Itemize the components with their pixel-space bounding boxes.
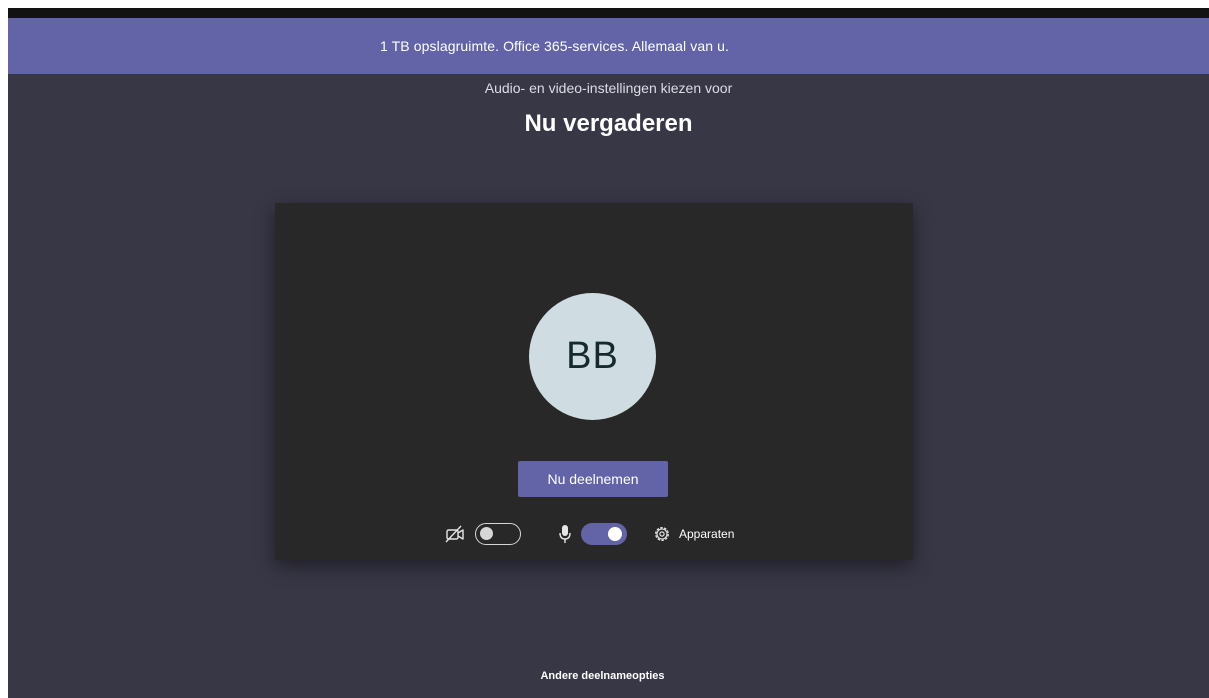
meeting-prejoin-screen: 1 TB opslagruimte. Office 365-services. … [8,8,1209,698]
microphone-toggle[interactable] [581,523,627,545]
camera-toggle-knob [480,527,493,540]
video-preview-card: BB Nu deelnemen Apparaten [275,203,913,560]
camera-toggle[interactable] [475,523,521,545]
other-join-options: Andere deelnameopties [8,670,1209,682]
promo-banner[interactable]: 1 TB opslagruimte. Office 365-services. … [8,18,1209,74]
other-join-options-link[interactable]: Andere deelnameopties [540,670,664,682]
devices-label: Apparaten [679,527,735,541]
page-title: Nu vergaderen [524,110,693,137]
page-subtitle: Audio- en video-instellingen kiezen voor [484,80,733,96]
avatar: BB [529,293,656,420]
join-now-button[interactable]: Nu deelnemen [518,461,668,497]
media-controls: Apparaten [275,521,913,547]
promo-banner-text: 1 TB opslagruimte. Office 365-services. … [380,38,729,54]
camera-off-icon [445,525,464,543]
avatar-initials: BB [566,335,619,377]
devices-button[interactable]: Apparaten [653,522,734,546]
top-strip [8,8,1209,18]
gear-icon [655,527,669,541]
microphone-toggle-knob [608,527,622,541]
microphone-icon [559,525,571,543]
